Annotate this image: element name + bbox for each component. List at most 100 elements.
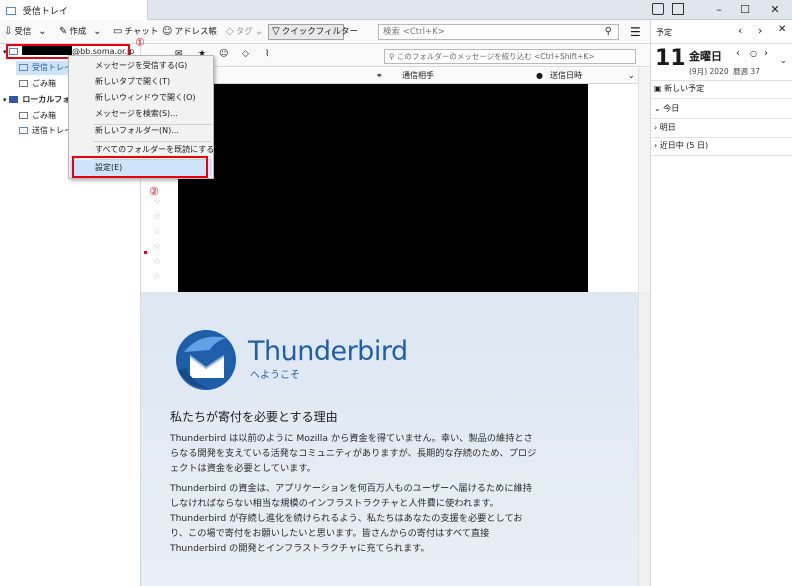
inbox-icon bbox=[19, 64, 28, 71]
new-event-button[interactable]: ▣ 新しい予定 bbox=[654, 80, 788, 98]
prev-day-icon[interactable]: ‹ bbox=[736, 48, 740, 59]
annotation-box-settings bbox=[72, 156, 208, 178]
today-pane-header: 予定 ‹ › ✕ bbox=[650, 20, 792, 44]
new-event-icon: ▣ bbox=[654, 84, 665, 93]
column-picker-icon[interactable]: ⌄ bbox=[628, 68, 635, 84]
folder-label: ごみ箱 bbox=[32, 79, 56, 88]
chevron-down-icon[interactable]: ⌄ bbox=[780, 56, 787, 65]
filter-icon: ▽ bbox=[272, 26, 280, 37]
divider bbox=[650, 98, 792, 99]
today-pane-title: 予定 bbox=[656, 28, 672, 37]
star-icon[interactable]: ☆ bbox=[153, 197, 161, 207]
today-icon[interactable]: ○ bbox=[750, 49, 757, 58]
tab-label: 受信トレイ bbox=[22, 7, 68, 17]
tasks-icon[interactable] bbox=[672, 3, 684, 15]
section-label: 近日中 (5 日) bbox=[659, 141, 709, 150]
maximize-button[interactable]: ☐ bbox=[732, 0, 758, 20]
next-icon[interactable]: › bbox=[758, 24, 762, 37]
star-icon[interactable]: ☆ bbox=[153, 257, 161, 267]
weekday: 金曜日 bbox=[689, 50, 722, 63]
write-label: 作成 bbox=[69, 27, 87, 37]
annotation-marker-2: ② bbox=[149, 185, 159, 198]
next-day-icon[interactable]: › bbox=[764, 48, 768, 59]
address-book-label: アドレス帳 bbox=[174, 27, 217, 37]
attachment-filter-icon[interactable]: ⌇ bbox=[265, 49, 269, 59]
contacts-icon: ☺ bbox=[162, 26, 173, 37]
sub-date: (9月) 2020 bbox=[689, 67, 729, 76]
get-messages-label: 受信 bbox=[14, 27, 32, 37]
trash-icon bbox=[19, 112, 28, 119]
menu-open-new-window[interactable]: 新しいウィンドウで開く(O) bbox=[70, 90, 212, 106]
donation-paragraph-1: Thunderbird は以前のように Mozilla から資金を得ていません。… bbox=[170, 433, 537, 474]
quick-filter-input[interactable]: ⚲ このフォルダーのメッセージを絞り込む <Ctrl+Shift+K> bbox=[384, 49, 636, 64]
app-name: Thunderbird bbox=[248, 336, 408, 367]
section-upcoming[interactable]: › 近日中 (5 日) bbox=[654, 137, 788, 155]
thread-column-icon[interactable]: ⚭ bbox=[376, 68, 383, 84]
menu-open-new-tab[interactable]: 新しいタブで開く(T) bbox=[70, 74, 212, 90]
message-column-header: ⚭ 通信相手 ● 送信日時 ⌄ bbox=[178, 68, 638, 84]
chevron-down-icon[interactable]: ⌄ bbox=[38, 26, 46, 37]
minimize-button[interactable]: – bbox=[706, 0, 732, 20]
tag-label: タグ bbox=[235, 27, 253, 37]
menu-search-messages[interactable]: メッセージを検索(S)... bbox=[70, 106, 212, 122]
new-event-label: 新しい予定 bbox=[664, 84, 705, 93]
star-icon[interactable]: ☆ bbox=[153, 227, 161, 237]
pencil-icon: ✎ bbox=[59, 26, 68, 37]
quick-filter-placeholder: このフォルダーのメッセージを絞り込む <Ctrl+Shift+K> bbox=[396, 52, 595, 61]
star-icon[interactable]: ☆ bbox=[153, 272, 161, 282]
app-menu-button[interactable]: ☰ bbox=[630, 25, 641, 39]
thunderbird-logo-icon bbox=[176, 330, 236, 390]
calendar-icon[interactable] bbox=[652, 3, 664, 15]
folder-label: ごみ箱 bbox=[32, 111, 56, 120]
menu-new-folder[interactable]: 新しいフォルダー(N)... bbox=[70, 123, 212, 139]
collapse-arrow-icon[interactable]: ▾ bbox=[3, 96, 7, 104]
section-label: 明日 bbox=[659, 123, 676, 132]
chat-icon: ▭ bbox=[113, 26, 123, 37]
tag-icon: ◇ bbox=[226, 26, 234, 37]
tab-inbox[interactable]: 受信トレイ bbox=[0, 0, 148, 20]
day-number: 11 bbox=[655, 46, 686, 71]
start-page-scrollbar[interactable] bbox=[638, 292, 650, 586]
junk-column-icon[interactable]: ● bbox=[536, 68, 543, 84]
search-icon: ⚲ bbox=[604, 26, 612, 37]
divider bbox=[650, 155, 792, 156]
tag-button[interactable]: ◇ タグ ⌄ bbox=[226, 25, 265, 39]
close-icon[interactable]: ✕ bbox=[778, 24, 786, 35]
menu-get-messages[interactable]: メッセージを受信する(G) bbox=[70, 58, 212, 74]
search-icon: ⚲ bbox=[389, 52, 397, 61]
redacted-message-list bbox=[178, 84, 588, 292]
star-icon[interactable]: ☆ bbox=[153, 242, 161, 252]
donation-paragraph-2: Thunderbird の資金は、アプリケーションを何百万人ものユーザーへ届ける… bbox=[170, 483, 532, 554]
section-tomorrow[interactable]: › 明日 bbox=[654, 119, 788, 137]
chevron-down-icon: ⌄ bbox=[254, 26, 264, 37]
trash-icon bbox=[19, 80, 28, 87]
write-button[interactable]: ✎ 作成 ⌄ bbox=[59, 25, 104, 39]
address-book-button[interactable]: ☺ アドレス帳 bbox=[162, 25, 217, 39]
folder-label: 受信トレイ bbox=[32, 63, 72, 72]
chevron-down-icon[interactable]: ⌄ bbox=[93, 26, 101, 37]
quick-filter-button[interactable]: ▽ クイックフィルター bbox=[268, 24, 358, 40]
message-list-scrollbar[interactable] bbox=[638, 68, 650, 292]
donation-heading: 私たちが寄付を必要とする理由 bbox=[170, 410, 338, 424]
section-label: 今日 bbox=[663, 104, 680, 113]
unread-dot bbox=[144, 251, 147, 254]
outbox-icon bbox=[19, 127, 28, 134]
tag-filter-icon[interactable]: ◇ bbox=[242, 49, 249, 59]
search-placeholder: 検索 <Ctrl+K> bbox=[383, 27, 445, 37]
column-date[interactable]: 送信日時 bbox=[550, 68, 582, 84]
download-icon: ⇩ bbox=[4, 26, 13, 37]
quick-filter-label: クイックフィルター bbox=[281, 27, 359, 37]
column-correspondent[interactable]: 通信相手 bbox=[402, 68, 434, 84]
welcome-text: へようこそ bbox=[250, 370, 300, 381]
inbox-icon bbox=[6, 7, 16, 15]
get-messages-button[interactable]: ⇩ 受信 ⌄ bbox=[4, 25, 49, 39]
folder-label: 送信トレイ bbox=[32, 126, 72, 135]
contact-filter-icon[interactable]: ☺ bbox=[219, 49, 228, 59]
search-input[interactable]: 検索 <Ctrl+K> ⚲ bbox=[378, 24, 619, 40]
section-today[interactable]: ⌄ 今日 bbox=[654, 100, 788, 118]
star-icon[interactable]: ☆ bbox=[153, 212, 161, 222]
local-folders-icon bbox=[9, 96, 19, 103]
prev-icon[interactable]: ‹ bbox=[738, 24, 742, 37]
chevron-down-icon: ⌄ bbox=[654, 104, 664, 113]
close-button[interactable]: ✕ bbox=[762, 0, 788, 20]
